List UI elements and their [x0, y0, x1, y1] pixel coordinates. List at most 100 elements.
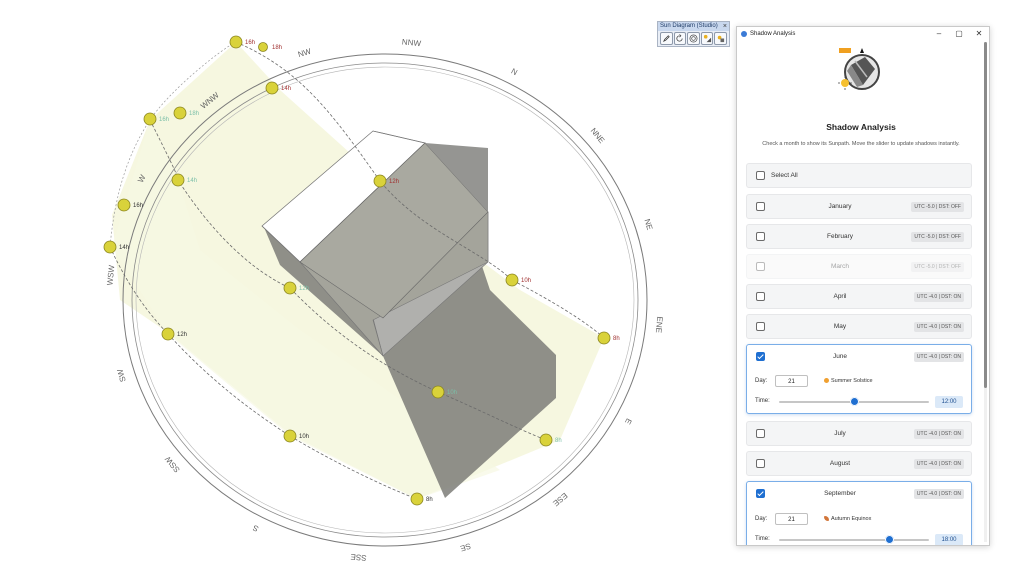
hour-label: 10h	[447, 390, 457, 396]
hour-label: 12h	[389, 179, 399, 185]
compass-label-ese: ESE	[551, 491, 569, 508]
sun-position-marker[interactable]	[283, 429, 297, 443]
month-row-january[interactable]: January UTC -5.0 | DST: OFF	[746, 194, 972, 219]
compass-label-nne: NNE	[589, 126, 607, 145]
compass-label-ssw: SSW	[163, 454, 182, 474]
hour-label: 12h	[177, 332, 187, 338]
event-label: Autumn Equinox	[824, 516, 871, 522]
sun-position-marker[interactable]	[258, 42, 268, 52]
sun-diagram-viewport[interactable]: NNNENEENEEESESESSESSSWSWWSWWWNWNWNNW 16h…	[0, 0, 730, 576]
maximize-button[interactable]: ▢	[949, 27, 969, 41]
month-row-june[interactable]: June UTC -4.0 | DST: ON Day: 21 Summer S…	[746, 344, 972, 414]
month-name: June	[832, 353, 848, 360]
sun-position-marker[interactable]	[161, 327, 175, 341]
rotate-icon[interactable]	[673, 32, 687, 45]
panel-instructions: Check a month to show its Sunpath. Move …	[762, 141, 960, 147]
time-label: Time:	[755, 536, 770, 542]
sun-shadow-icon[interactable]	[700, 32, 714, 45]
leaf-icon	[824, 516, 829, 521]
time-slider[interactable]	[779, 535, 929, 544]
hour-label: 18h	[189, 111, 199, 117]
timezone-badge: UTC -5.0 | DST: OFF	[911, 262, 964, 272]
window-titlebar: Shadow Analysis – ▢ ✕	[737, 27, 989, 41]
event-name: Summer Solstice	[831, 378, 873, 384]
timezone-badge: UTC -4.0 | DST: ON	[913, 322, 964, 332]
compass-label-s: S	[251, 523, 260, 533]
hour-label: 10h	[521, 278, 531, 284]
sun-position-marker[interactable]	[171, 173, 185, 187]
month-row-july[interactable]: July UTC -4.0 | DST: ON	[746, 421, 972, 446]
sun-position-marker[interactable]	[229, 35, 243, 49]
sun-position-marker[interactable]	[283, 281, 297, 295]
sun-position-marker[interactable]	[431, 385, 445, 399]
timezone-badge: UTC -4.0 | DST: ON	[913, 429, 964, 439]
hour-label: 12h	[299, 286, 309, 292]
month-row-february[interactable]: February UTC -5.0 | DST: OFF	[746, 224, 972, 249]
hour-label: 8h	[613, 336, 620, 342]
time-slider[interactable]	[779, 397, 929, 406]
compass-label-wsw: WSW	[105, 264, 116, 286]
target-icon[interactable]	[687, 32, 700, 45]
close-button[interactable]: ✕	[969, 27, 989, 41]
timezone-badge: UTC -4.0 | DST: ON	[913, 459, 964, 469]
sun-diagram-toolbar: Sun Diagram (Studio) ×	[657, 21, 730, 47]
time-value: 18:00	[935, 534, 963, 545]
hour-label: 14h	[119, 245, 129, 251]
day-input[interactable]: 21	[775, 513, 808, 525]
timezone-badge: UTC -4.0 | DST: ON	[913, 352, 964, 362]
compass-label-ne: NE	[642, 218, 654, 231]
timezone-badge: UTC -5.0 | DST: OFF	[911, 232, 964, 242]
pencil-icon[interactable]	[660, 32, 673, 45]
sun-position-marker[interactable]	[173, 106, 187, 120]
month-name: August	[829, 460, 851, 467]
timezone-badge: UTC -4.0 | DST: ON	[913, 292, 964, 302]
compass-label-e: E	[623, 417, 633, 426]
app-icon	[741, 31, 747, 37]
sun-position-marker[interactable]	[103, 240, 117, 254]
compass-label-nnw: NNW	[401, 37, 421, 48]
hour-label: 10h	[299, 434, 309, 440]
minimize-button[interactable]: –	[929, 27, 949, 41]
sun-position-marker[interactable]	[539, 433, 553, 447]
day-input[interactable]: 21	[775, 375, 808, 387]
panel-heading: Shadow Analysis	[826, 122, 896, 132]
time-slider-thumb[interactable]	[884, 535, 894, 544]
scrollbar-thumb[interactable]	[984, 42, 987, 388]
month-row-april[interactable]: April UTC -4.0 | DST: ON	[746, 284, 972, 309]
hour-label: 16h	[159, 117, 169, 123]
sun-position-marker[interactable]	[505, 273, 519, 287]
month-name: February	[826, 233, 853, 240]
select-all-row[interactable]: Select All	[746, 163, 972, 188]
timezone-badge: UTC -4.0 | DST: ON	[913, 489, 964, 499]
month-row-march[interactable]: March UTC -5.0 | DST: OFF	[746, 254, 972, 279]
month-row-september[interactable]: September UTC -4.0 | DST: ON Day: 21 Aut…	[746, 481, 972, 545]
toolbar-close-button[interactable]: ×	[723, 22, 727, 31]
day-label: Day:	[755, 516, 768, 522]
shadow-analysis-logo-icon	[838, 48, 880, 90]
month-row-may[interactable]: May UTC -4.0 | DST: ON	[746, 314, 972, 339]
sun-icon	[824, 378, 829, 383]
scrollbar[interactable]	[984, 42, 987, 542]
event-name: Autumn Equinox	[831, 516, 872, 522]
hour-label: 8h	[426, 497, 433, 503]
sun-icon[interactable]	[714, 32, 727, 45]
month-name: March	[830, 263, 850, 270]
month-name: April	[833, 293, 847, 300]
month-name: January	[828, 203, 852, 210]
compass-label-nw: NW	[297, 47, 313, 60]
month-name: May	[833, 323, 847, 330]
time-slider-thumb[interactable]	[850, 397, 859, 406]
sun-position-marker[interactable]	[597, 331, 611, 345]
window-title: Shadow Analysis	[750, 31, 796, 37]
sun-position-marker[interactable]	[265, 81, 279, 95]
compass-label-ene: ENE	[654, 316, 665, 333]
sun-position-marker[interactable]	[410, 492, 424, 506]
select-all-checkbox[interactable]	[756, 171, 765, 180]
sun-position-marker[interactable]	[117, 198, 131, 212]
month-name: September	[824, 490, 856, 497]
sun-position-marker[interactable]	[143, 112, 157, 126]
event-label: Summer Solstice	[824, 378, 873, 384]
sun-position-marker[interactable]	[373, 174, 387, 188]
hour-label: 14h	[281, 86, 291, 92]
month-row-august[interactable]: August UTC -4.0 | DST: ON	[746, 451, 972, 476]
